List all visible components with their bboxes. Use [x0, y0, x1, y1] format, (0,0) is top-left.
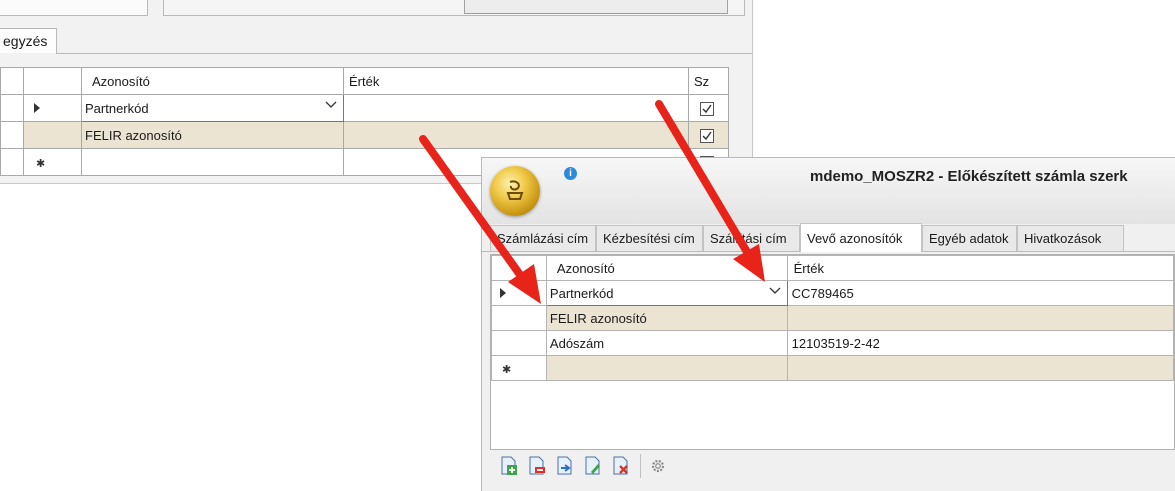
row-indicator-header — [0, 67, 24, 95]
row-selector-header — [23, 67, 82, 95]
ertek-cell[interactable] — [343, 94, 689, 122]
azonosito-value: Partnerkód — [85, 100, 149, 116]
azonosito-cell[interactable]: Adószám — [545, 330, 788, 356]
row-selector — [23, 121, 82, 149]
row-indicator — [0, 121, 24, 149]
top-field-1[interactable] — [0, 0, 148, 16]
azonosito-cell[interactable]: FELIR azonosító — [81, 121, 344, 149]
current-row-icon — [34, 102, 40, 113]
vevo-azonositok-panel: Azonosító Érték Partnerkód CC789465 FELI… — [490, 254, 1175, 450]
check-icon — [702, 104, 712, 113]
column-header-ertek[interactable]: Érték — [343, 67, 689, 95]
tab-szallitasi-cim[interactable]: Szállítási cím — [703, 225, 800, 251]
cancel-icon[interactable] — [612, 456, 630, 476]
sz-cell[interactable] — [688, 121, 729, 149]
sz-checkbox[interactable] — [700, 128, 714, 143]
row-indicator — [0, 94, 24, 122]
toolbar-separator — [640, 454, 641, 478]
ertek-cell[interactable] — [786, 305, 1175, 331]
chevron-down-icon[interactable] — [325, 101, 337, 109]
sz-cell[interactable] — [688, 94, 729, 122]
table-row[interactable]: Partnerkód CC789465 — [491, 280, 1175, 306]
add-row-icon[interactable] — [500, 456, 518, 476]
ertek-cell[interactable] — [343, 121, 689, 149]
ertek-cell[interactable]: 12103519-2-42 — [786, 330, 1175, 356]
grid-toolbar — [490, 450, 1173, 482]
new-row-icon: ✱ — [502, 363, 512, 376]
table-row[interactable]: FELIR azonosító — [491, 305, 1175, 331]
ertek-cell[interactable] — [786, 355, 1175, 381]
azonosito-cell[interactable] — [81, 148, 344, 176]
app-logo-icon — [506, 180, 524, 200]
tab-partial[interactable]: egyzés — [0, 28, 57, 53]
current-row-marker — [491, 280, 547, 306]
new-row-marker: ✱ — [491, 355, 547, 381]
tab-label: egyzés — [3, 33, 48, 49]
ertek-cell[interactable]: CC789465 — [786, 280, 1175, 306]
current-row-icon — [500, 287, 506, 298]
info-icon[interactable]: i — [564, 167, 577, 180]
column-header-azonosito[interactable]: Azonosító — [81, 67, 344, 95]
grid-header-row: Azonosító Érték Sz — [0, 67, 729, 95]
column-header-azonosito[interactable]: Azonosító — [545, 255, 788, 281]
table-row[interactable]: FELIR azonosító — [0, 121, 729, 149]
tab-kezbesitesi-cim[interactable]: Kézbesítési cím — [596, 225, 703, 251]
row-selector — [491, 305, 547, 331]
tab-egyeb-adatok[interactable]: Egyéb adatok — [922, 225, 1017, 251]
foreground-window: i mdemo_MOSZR2 - Előkészített számla sze… — [481, 157, 1175, 491]
move-icon[interactable] — [556, 456, 574, 476]
new-row-marker: ✱ — [23, 148, 82, 176]
table-row[interactable]: Partnerkód — [0, 94, 729, 122]
tab-szamlazasi-cim[interactable]: Számlázási cím — [490, 225, 596, 251]
window-title: mdemo_MOSZR2 - Előkészített számla szerk — [810, 168, 1128, 185]
tab-bar: Számlázási cím Kézbesítési cím Szállítás… — [482, 223, 1175, 252]
tab-divider — [56, 53, 752, 54]
app-menu-button[interactable] — [490, 166, 540, 216]
azonosito-cell[interactable] — [545, 355, 788, 381]
row-selector-header — [491, 255, 547, 281]
azonosito-combo[interactable]: Partnerkód — [81, 94, 344, 122]
check-icon — [702, 131, 712, 140]
azonosito-combo[interactable]: Partnerkód — [545, 280, 788, 306]
row-indicator — [0, 148, 24, 176]
settings-icon[interactable] — [649, 456, 667, 476]
table-row[interactable]: Adószám 12103519-2-42 — [491, 330, 1175, 356]
current-row-marker — [23, 94, 82, 122]
top-button[interactable] — [464, 0, 728, 14]
azonosito-value: Partnerkód — [549, 285, 614, 301]
tab-hivatkozasok[interactable]: Hivatkozások — [1017, 225, 1124, 251]
chevron-down-icon[interactable] — [769, 287, 781, 295]
tab-vevo-azonositok[interactable]: Vevő azonosítók — [800, 223, 922, 252]
table-row-new[interactable]: ✱ — [491, 355, 1175, 381]
grid-header-row: Azonosító Érték — [491, 255, 1175, 281]
delete-row-icon[interactable] — [528, 456, 546, 476]
sz-checkbox[interactable] — [700, 101, 714, 116]
new-row-icon: ✱ — [36, 157, 46, 170]
column-header-ertek[interactable]: Érték — [786, 255, 1175, 281]
edit-icon[interactable] — [584, 456, 602, 476]
row-selector — [491, 330, 547, 356]
azonosito-cell[interactable]: FELIR azonosító — [545, 305, 788, 331]
title-bar: i mdemo_MOSZR2 - Előkészített számla sze… — [482, 158, 1175, 224]
column-header-sz[interactable]: Sz — [688, 67, 729, 95]
identifier-grid: Azonosító Érték Partnerkód CC789465 FELI… — [491, 255, 1175, 381]
